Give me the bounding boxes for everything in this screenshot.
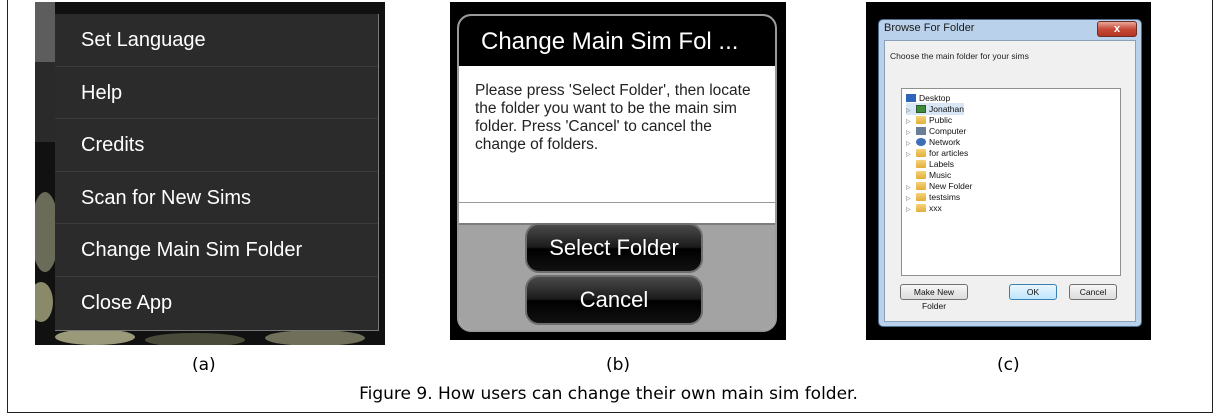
dialog-divider (459, 202, 775, 203)
select-folder-button[interactable]: Select Folder (525, 223, 703, 273)
menu-item-help[interactable]: Help (55, 67, 378, 120)
cancel-button[interactable]: Cancel (525, 275, 703, 325)
folder-icon (916, 171, 926, 179)
menu-item-change-main-sim-folder[interactable]: Change Main Sim Folder (55, 224, 378, 277)
folder-tree[interactable]: Desktop ▷ Jonathan ▷ Public ▷ Computer ▷ Net… (901, 88, 1121, 276)
menu-item-set-language[interactable]: Set Language (55, 14, 378, 67)
desktop-icon (906, 94, 916, 102)
network-icon (916, 138, 926, 146)
close-button[interactable]: x (1097, 21, 1137, 37)
caption-a: (a) (192, 355, 216, 375)
ok-button[interactable]: OK (1009, 284, 1057, 300)
figure-caption: Figure 9. How users can change their own… (359, 384, 858, 404)
window-prompt: Choose the main folder for your sims (890, 51, 1029, 61)
computer-icon (916, 127, 926, 135)
dialog-message: Please press 'Select Folder', then locat… (475, 82, 751, 153)
menu-item-credits[interactable]: Credits (55, 119, 378, 172)
window-body: Choose the main folder for your sims Des… (884, 40, 1136, 322)
expand-arrow-icon[interactable]: ▷ (906, 149, 916, 161)
folder-icon (916, 116, 926, 124)
menu-item-close-app[interactable]: Close App (55, 277, 378, 330)
panel-c-browse-folder: Browse For Folder x Choose the main fold… (866, 2, 1151, 340)
menu-item-scan-new-sims[interactable]: Scan for New Sims (55, 172, 378, 225)
folder-icon (916, 160, 926, 168)
dialog-title: Change Main Sim Fol ... (459, 16, 775, 66)
close-icon: x (1113, 23, 1121, 35)
caption-b: (b) (606, 355, 631, 375)
tree-item-xxx[interactable]: ▷ xxx (906, 202, 942, 214)
user-icon (916, 105, 926, 113)
panel-a-app-menu: Set Language Help Credits Scan for New S… (35, 2, 385, 345)
app-menu: Set Language Help Credits Scan for New S… (55, 14, 379, 331)
folder-icon (916, 182, 926, 190)
folder-icon (916, 204, 926, 212)
folder-icon (916, 149, 926, 157)
expand-arrow-icon[interactable]: ▷ (906, 204, 916, 216)
change-folder-dialog: Change Main Sim Fol ... Please press 'Se… (457, 14, 777, 332)
caption-c: (c) (997, 355, 1020, 375)
make-new-folder-button[interactable]: Make New Folder (900, 284, 968, 311)
window-title: Browse For Folder (884, 22, 975, 34)
folder-icon (916, 193, 926, 201)
cancel-button[interactable]: Cancel (1069, 284, 1117, 300)
browse-folder-window: Browse For Folder x Choose the main fold… (878, 19, 1142, 327)
panel-b-confirm-dialog: Change Main Sim Fol ... Please press 'Se… (450, 2, 786, 340)
